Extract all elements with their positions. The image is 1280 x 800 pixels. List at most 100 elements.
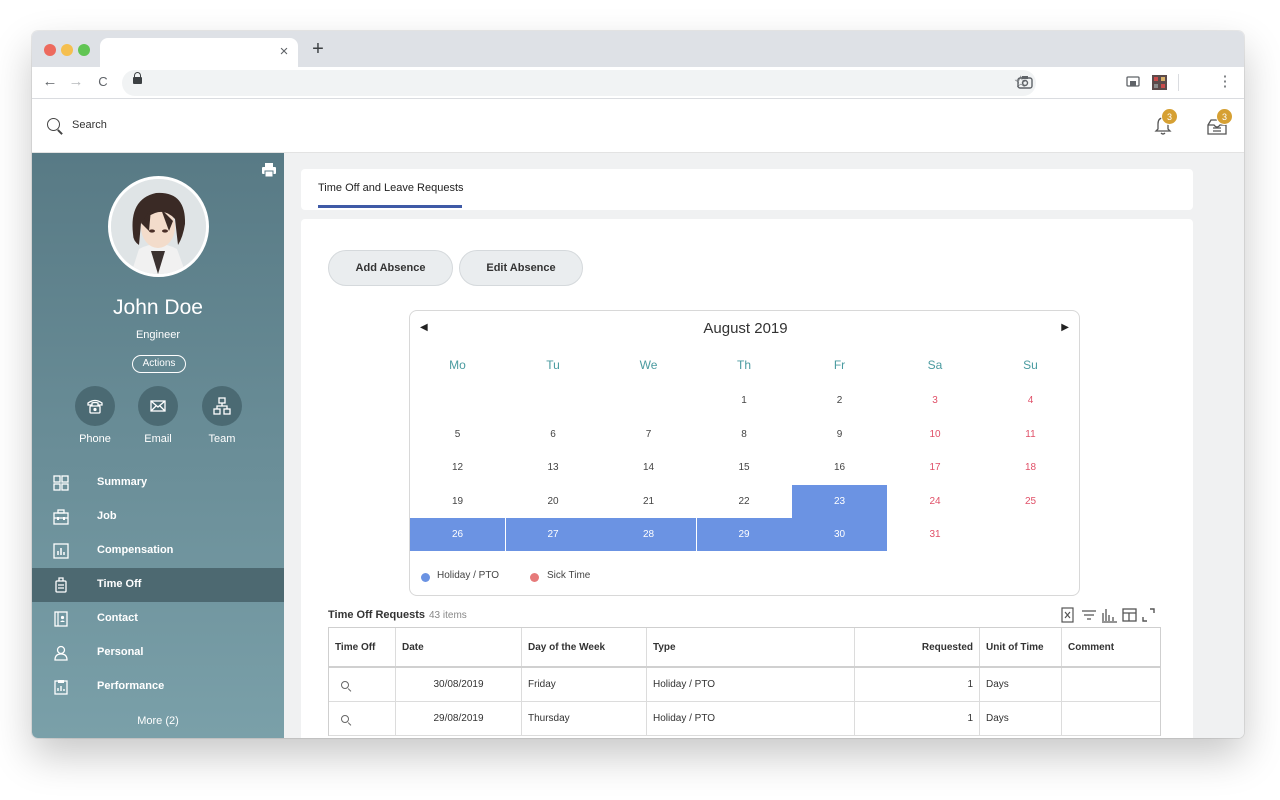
sidebar-item-time-off[interactable]: Time Off xyxy=(32,568,284,602)
column-header-comment[interactable]: Comment xyxy=(1062,628,1162,666)
day-cell: Thursday xyxy=(522,702,647,735)
more-link[interactable]: More (2) xyxy=(32,715,284,727)
search-icon[interactable] xyxy=(47,118,60,131)
calendar-day[interactable]: 7 xyxy=(601,418,696,451)
sidebar-item-contact[interactable]: Contact xyxy=(32,602,284,636)
calendar-day[interactable]: 23 xyxy=(792,484,887,518)
column-header-requested[interactable]: Requested xyxy=(855,628,980,666)
calendar-day[interactable]: 11 xyxy=(983,418,1078,451)
phone-button[interactable] xyxy=(75,386,115,426)
calendar-day[interactable]: 8 xyxy=(697,418,792,451)
email-button[interactable] xyxy=(138,386,178,426)
calendar-day[interactable]: 13 xyxy=(506,451,601,484)
notifications-button[interactable]: 3 xyxy=(1152,108,1178,137)
column-header-date[interactable]: Date xyxy=(396,628,522,666)
add-absence-button[interactable]: Add Absence xyxy=(328,250,453,286)
calendar-day[interactable]: 24 xyxy=(888,485,983,518)
browser-tab[interactable]: × xyxy=(100,38,298,67)
calendar-day[interactable]: 15 xyxy=(697,451,792,484)
sidebar-item-label: Personal xyxy=(97,646,144,658)
close-tab-icon[interactable]: × xyxy=(276,43,292,61)
calendar-day[interactable]: 27 xyxy=(505,518,601,551)
fullscreen-icon[interactable] xyxy=(1142,608,1155,622)
row-view-cell[interactable] xyxy=(329,702,396,735)
edit-absence-button[interactable]: Edit Absence xyxy=(459,250,583,286)
column-view-icon[interactable] xyxy=(1122,608,1137,622)
column-header-type[interactable]: Type xyxy=(647,628,855,666)
calendar-day[interactable]: 1 xyxy=(697,384,792,417)
calendar-day[interactable]: 28 xyxy=(601,518,696,551)
reload-icon[interactable]: C xyxy=(94,73,112,91)
camera-icon[interactable] xyxy=(1017,75,1033,89)
calendar-day[interactable]: 22 xyxy=(697,485,792,518)
tab-strip: × + xyxy=(32,31,1244,67)
page-body: John Doe Engineer Actions Phone Email Te… xyxy=(32,153,1244,738)
calendar-day[interactable]: 31 xyxy=(888,518,983,551)
calendar-day[interactable]: 21 xyxy=(601,485,696,518)
sidebar-item-personal[interactable]: Personal xyxy=(32,636,284,670)
actions-button[interactable]: Actions xyxy=(132,355,186,373)
row-view-cell[interactable] xyxy=(329,668,396,701)
calendar-day[interactable]: 30 xyxy=(792,518,887,551)
chart-icon xyxy=(53,543,69,559)
sick-time-legend-swatch xyxy=(530,573,539,582)
calendar-day[interactable]: 18 xyxy=(983,451,1078,484)
back-arrow-icon[interactable]: ← xyxy=(41,73,59,91)
calendar-day[interactable]: 9 xyxy=(792,418,887,451)
calendar-day[interactable]: 6 xyxy=(506,418,601,451)
minimize-window-button[interactable] xyxy=(61,44,73,56)
time-off-requests-table: Time Off Date Day of the Week Type Reque… xyxy=(328,627,1161,736)
mail-icon xyxy=(150,400,166,412)
calendar-day[interactable]: 12 xyxy=(410,451,505,484)
column-header-day-of-week[interactable]: Day of the Week xyxy=(522,628,647,666)
sidebar-item-compensation[interactable]: Compensation xyxy=(32,534,284,568)
sidebar-item-label: Compensation xyxy=(97,544,174,556)
table-row: 30/08/2019 Friday Holiday / PTO 1 Days xyxy=(329,668,1160,702)
calendar-day[interactable]: 16 xyxy=(792,451,887,484)
print-icon[interactable] xyxy=(261,162,277,178)
cast-icon[interactable] xyxy=(1126,76,1140,89)
avatar[interactable] xyxy=(108,176,209,277)
magnifier-icon[interactable] xyxy=(341,680,349,689)
filter-icon[interactable] xyxy=(1082,610,1096,620)
calendar-day[interactable]: 17 xyxy=(888,451,983,484)
type-cell: Holiday / PTO xyxy=(647,702,855,735)
sidebar-item-summary[interactable]: Summary xyxy=(32,466,284,500)
calendar-day[interactable]: 5 xyxy=(410,418,505,451)
magnifier-icon[interactable] xyxy=(341,714,349,723)
export-excel-icon[interactable] xyxy=(1061,607,1074,623)
sidebar-item-performance[interactable]: Performance xyxy=(32,670,284,704)
calendar-day[interactable]: 29 xyxy=(696,518,792,551)
calendar-day[interactable]: 10 xyxy=(888,418,983,451)
extension-icon[interactable] xyxy=(1152,75,1167,90)
calendar-day[interactable]: 4 xyxy=(983,384,1078,417)
calendar-day[interactable]: 26 xyxy=(410,518,505,551)
notifications-badge: 3 xyxy=(1161,108,1178,125)
maximize-window-button[interactable] xyxy=(78,44,90,56)
tab-time-off-requests[interactable]: Time Off and Leave Requests xyxy=(318,182,464,194)
new-tab-button[interactable]: + xyxy=(310,39,326,59)
search-input[interactable]: Search xyxy=(72,119,107,131)
column-header-time-off[interactable]: Time Off xyxy=(329,628,396,666)
forward-arrow-icon[interactable]: → xyxy=(67,73,85,91)
calendar-day[interactable]: 19 xyxy=(410,485,505,518)
inbox-button[interactable]: 3 xyxy=(1205,108,1233,137)
team-button[interactable] xyxy=(202,386,242,426)
calendar-day[interactable]: 25 xyxy=(983,485,1078,518)
calendar-day[interactable]: 3 xyxy=(888,384,983,417)
browser-menu-icon[interactable]: ⋮ xyxy=(1216,73,1234,91)
chart-view-icon[interactable] xyxy=(1102,609,1117,623)
calendar-day[interactable]: 2 xyxy=(792,384,887,417)
address-bar[interactable]: ☆ xyxy=(122,70,1036,96)
requests-title: Time Off Requests xyxy=(328,609,425,621)
phone-icon xyxy=(87,399,103,414)
weekday-header: Tu xyxy=(546,358,560,372)
sidebar-item-job[interactable]: Job xyxy=(32,500,284,534)
calendar-day[interactable]: 20 xyxy=(506,485,601,518)
column-header-unit-of-time[interactable]: Unit of Time xyxy=(980,628,1062,666)
close-window-button[interactable] xyxy=(44,44,56,56)
phone-label: Phone xyxy=(79,433,111,445)
next-month-icon[interactable]: ▶ xyxy=(1061,321,1069,335)
calendar-day[interactable]: 14 xyxy=(601,451,696,484)
weekday-header: Su xyxy=(1023,358,1038,372)
